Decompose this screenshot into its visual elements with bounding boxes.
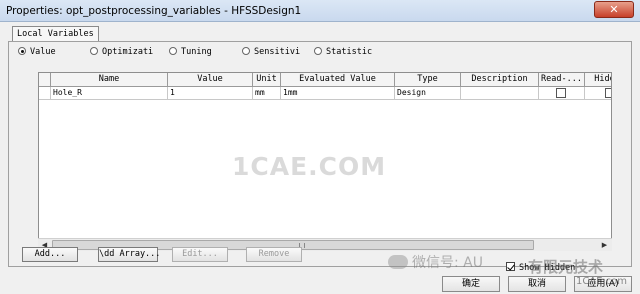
mode-radio-group: Value Optimizati Tuning Sensitivi Statis… <box>18 46 618 60</box>
cell-hide <box>585 87 611 100</box>
header-name[interactable]: Name <box>51 73 168 87</box>
scroll-right-icon[interactable]: ▶ <box>598 239 611 251</box>
close-button[interactable]: ✕ <box>594 1 634 18</box>
header-hide[interactable]: Hide <box>585 73 611 87</box>
wechat-text: 微信号: AU <box>412 255 483 271</box>
radio-value-label: Value <box>30 47 56 57</box>
ok-button[interactable]: 确定 <box>442 276 500 292</box>
read-only-checkbox[interactable] <box>556 88 566 98</box>
header-evaluated-value[interactable]: Evaluated Value <box>281 73 395 87</box>
watermark: 1CAE.COM <box>232 152 387 181</box>
window-title: Properties: opt_postprocessing_variables… <box>6 5 302 17</box>
window-titlebar: Properties: opt_postprocessing_variables… <box>0 0 640 22</box>
cell-name[interactable]: Hole_R <box>51 87 168 100</box>
radio-tuning-label: Tuning <box>181 47 212 57</box>
radio-tuning[interactable]: Tuning <box>169 46 212 60</box>
radio-optimization[interactable]: Optimizati <box>90 46 153 60</box>
cell-value[interactable]: 1 <box>168 87 253 100</box>
hide-checkbox[interactable] <box>605 88 611 98</box>
row-selector[interactable] <box>39 87 51 100</box>
tab-local-variables[interactable]: Local Variables <box>12 26 99 42</box>
radio-statistical-label: Statistic <box>326 47 373 57</box>
radio-dot-icon <box>169 47 177 55</box>
cell-description[interactable] <box>461 87 539 100</box>
remove-button[interactable]: Remove <box>246 247 302 262</box>
header-read-only[interactable]: Read-... <box>539 73 585 87</box>
cell-type[interactable]: Design <box>395 87 461 100</box>
radio-dot-selected-icon <box>18 47 26 55</box>
checkmark-icon <box>506 262 515 271</box>
header-unit[interactable]: Unit <box>253 73 281 87</box>
cell-unit[interactable]: mm <box>253 87 281 100</box>
cell-read-only <box>539 87 585 100</box>
radio-sensitivity[interactable]: Sensitivi <box>242 46 300 60</box>
header-row-selector <box>39 73 51 87</box>
header-value[interactable]: Value <box>168 73 253 87</box>
table-row[interactable]: Hole_R 1 mm 1mm Design <box>39 87 611 100</box>
cancel-button[interactable]: 取消 <box>508 276 566 292</box>
site-watermark: 1CAE.com <box>576 276 628 287</box>
cell-evaluated-value: 1mm <box>281 87 395 100</box>
dialog-body: Local Variables Value Optimizati Tuning … <box>0 22 640 294</box>
header-description[interactable]: Description <box>461 73 539 87</box>
add-array-button[interactable]: \dd Array... <box>98 247 160 262</box>
radio-optimization-label: Optimizati <box>102 47 154 57</box>
radio-dot-icon <box>242 47 250 55</box>
brand-watermark: 有限元技术 <box>528 258 604 276</box>
radio-dot-icon <box>90 47 98 55</box>
edit-button[interactable]: Edit... <box>172 247 228 262</box>
add-button[interactable]: Add... <box>22 247 78 262</box>
radio-statistical[interactable]: Statistic <box>314 46 372 60</box>
grid-header: Name Value Unit Evaluated Value Type Des… <box>39 73 611 87</box>
radio-value[interactable]: Value <box>18 46 56 60</box>
radio-sensitivity-label: Sensitivi <box>254 47 301 57</box>
wechat-watermark: 微信号: AU <box>388 252 483 272</box>
header-type[interactable]: Type <box>395 73 461 87</box>
wechat-icon <box>388 255 408 269</box>
radio-dot-icon <box>314 47 322 55</box>
